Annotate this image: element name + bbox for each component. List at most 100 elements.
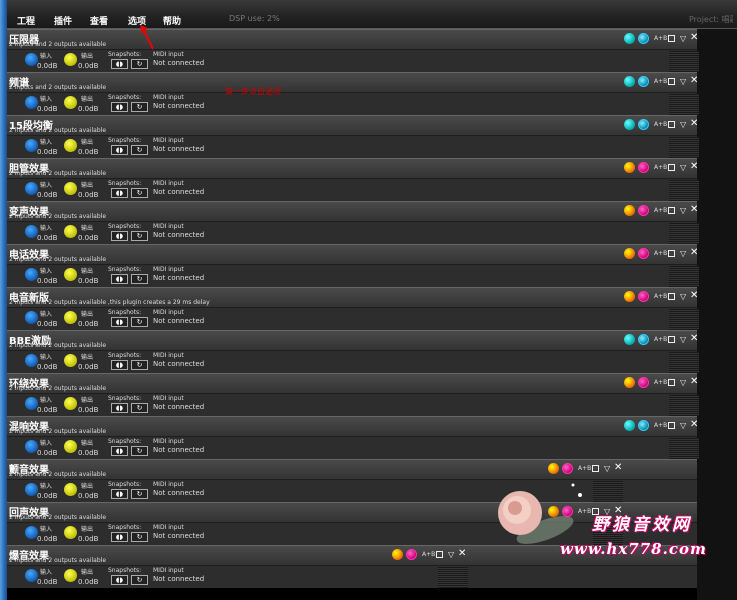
bypass-icon[interactable] xyxy=(624,291,635,302)
close-icon[interactable]: ✕ xyxy=(458,548,466,559)
ab-compare-button[interactable]: A+B xyxy=(578,465,591,472)
power-icon[interactable] xyxy=(406,549,417,560)
menu-view[interactable]: 查看 xyxy=(90,14,108,27)
collapse-icon[interactable]: ▽ xyxy=(604,464,610,473)
output-gain-knob[interactable] xyxy=(64,139,77,152)
snapshot-store-button[interactable]: ◖◗ xyxy=(111,575,128,585)
menu-project[interactable]: 工程 xyxy=(17,14,35,27)
snapshot-store-button[interactable]: ◖◗ xyxy=(111,403,128,413)
snapshot-recall-button[interactable]: ↻ xyxy=(131,575,148,585)
power-icon[interactable] xyxy=(638,248,649,259)
window-icon[interactable] xyxy=(668,78,675,85)
window-icon[interactable] xyxy=(668,379,675,386)
close-icon[interactable]: ✕ xyxy=(690,204,698,215)
collapse-icon[interactable]: ▽ xyxy=(448,550,454,559)
ab-compare-button[interactable]: A+B xyxy=(654,250,667,257)
close-icon[interactable]: ✕ xyxy=(690,75,698,86)
snapshot-recall-button[interactable]: ↻ xyxy=(131,403,148,413)
snapshot-store-button[interactable]: ◖◗ xyxy=(111,360,128,370)
collapse-icon[interactable]: ▽ xyxy=(680,34,686,43)
close-icon[interactable]: ✕ xyxy=(690,333,698,344)
snapshot-store-button[interactable]: ◖◗ xyxy=(111,188,128,198)
window-icon[interactable] xyxy=(668,422,675,429)
collapse-icon[interactable]: ▽ xyxy=(680,249,686,258)
ab-compare-button[interactable]: A+B xyxy=(654,293,667,300)
snapshot-recall-button[interactable]: ↻ xyxy=(131,145,148,155)
output-gain-knob[interactable] xyxy=(64,526,77,539)
ab-compare-button[interactable]: A+B xyxy=(654,207,667,214)
snapshot-recall-button[interactable]: ↻ xyxy=(131,446,148,456)
output-gain-knob[interactable] xyxy=(64,569,77,582)
snapshot-store-button[interactable]: ◖◗ xyxy=(111,231,128,241)
ab-compare-button[interactable]: A+B xyxy=(654,379,667,386)
snapshot-store-button[interactable]: ◖◗ xyxy=(111,317,128,327)
collapse-icon[interactable]: ▽ xyxy=(680,421,686,430)
plugin-header[interactable]: 电音新版 2 inputs and 2 outputs available ,th… xyxy=(7,287,698,307)
snapshot-store-button[interactable]: ◖◗ xyxy=(111,59,128,69)
window-icon[interactable] xyxy=(668,293,675,300)
power-icon[interactable] xyxy=(638,33,649,44)
snapshot-recall-button[interactable]: ↻ xyxy=(131,532,148,542)
window-icon[interactable] xyxy=(668,121,675,128)
collapse-icon[interactable]: ▽ xyxy=(680,120,686,129)
ab-compare-button[interactable]: A+B xyxy=(654,35,667,42)
plugin-header[interactable]: 变声效果 2 inputs and 2 outputs available A+B ▽… xyxy=(7,201,698,221)
window-icon[interactable] xyxy=(436,551,443,558)
bypass-icon[interactable] xyxy=(624,76,635,87)
power-icon[interactable] xyxy=(562,463,573,474)
output-gain-knob[interactable] xyxy=(64,53,77,66)
power-icon[interactable] xyxy=(638,377,649,388)
close-icon[interactable]: ✕ xyxy=(614,462,622,473)
collapse-icon[interactable]: ▽ xyxy=(680,292,686,301)
close-icon[interactable]: ✕ xyxy=(690,290,698,301)
close-icon[interactable]: ✕ xyxy=(690,118,698,129)
collapse-icon[interactable]: ▽ xyxy=(680,77,686,86)
plugin-header[interactable]: 频谱 2 inputs and 2 outputs available A+B ▽ ✕ xyxy=(7,72,698,92)
output-gain-knob[interactable] xyxy=(64,96,77,109)
power-icon[interactable] xyxy=(638,162,649,173)
power-icon[interactable] xyxy=(638,205,649,216)
bypass-icon[interactable] xyxy=(624,119,635,130)
snapshot-store-button[interactable]: ◖◗ xyxy=(111,446,128,456)
snapshot-recall-button[interactable]: ↻ xyxy=(131,274,148,284)
ab-compare-button[interactable]: A+B xyxy=(422,551,435,558)
ab-compare-button[interactable]: A+B xyxy=(654,164,667,171)
ab-compare-button[interactable]: A+B xyxy=(654,78,667,85)
snapshot-recall-button[interactable]: ↻ xyxy=(131,231,148,241)
snapshot-store-button[interactable]: ◖◗ xyxy=(111,145,128,155)
power-icon[interactable] xyxy=(638,76,649,87)
snapshot-store-button[interactable]: ◖◗ xyxy=(111,274,128,284)
snapshot-store-button[interactable]: ◖◗ xyxy=(111,102,128,112)
bypass-icon[interactable] xyxy=(624,377,635,388)
bypass-icon[interactable] xyxy=(624,33,635,44)
collapse-icon[interactable]: ▽ xyxy=(680,335,686,344)
close-icon[interactable]: ✕ xyxy=(690,419,698,430)
bypass-icon[interactable] xyxy=(624,248,635,259)
snapshot-recall-button[interactable]: ↻ xyxy=(131,188,148,198)
output-gain-knob[interactable] xyxy=(64,182,77,195)
output-gain-knob[interactable] xyxy=(64,483,77,496)
menu-help[interactable]: 帮助 xyxy=(163,14,181,27)
bypass-icon[interactable] xyxy=(624,420,635,431)
ab-compare-button[interactable]: A+B xyxy=(654,336,667,343)
snapshot-store-button[interactable]: ◖◗ xyxy=(111,489,128,499)
window-icon[interactable] xyxy=(592,465,599,472)
output-gain-knob[interactable] xyxy=(64,440,77,453)
plugin-header[interactable]: 电话效果 2 inputs and 2 outputs available A+B ▽… xyxy=(7,244,698,264)
collapse-icon[interactable]: ▽ xyxy=(680,206,686,215)
menu-plugins[interactable]: 插件 xyxy=(54,14,72,27)
collapse-icon[interactable]: ▽ xyxy=(680,163,686,172)
plugin-header[interactable]: 胆管效果 2 inputs and 2 outputs available A+B ▽… xyxy=(7,158,698,178)
bypass-icon[interactable] xyxy=(624,334,635,345)
plugin-header[interactable]: BBE激励 2 inputs and 2 outputs available A+B… xyxy=(7,330,698,350)
plugin-header[interactable]: 压限器 2 inputs and 2 outputs available A+B ▽ ✕ xyxy=(7,29,698,49)
snapshot-recall-button[interactable]: ↻ xyxy=(131,360,148,370)
close-icon[interactable]: ✕ xyxy=(690,376,698,387)
plugin-header[interactable]: 环绕效果 2 inputs and 2 outputs available A+B ▽… xyxy=(7,373,698,393)
bypass-icon[interactable] xyxy=(392,549,403,560)
plugin-header[interactable]: 15段均衡 2 inputs and 2 outputs available A+B… xyxy=(7,115,698,135)
bypass-icon[interactable] xyxy=(548,463,559,474)
collapse-icon[interactable]: ▽ xyxy=(680,378,686,387)
snapshot-recall-button[interactable]: ↻ xyxy=(131,317,148,327)
window-icon[interactable] xyxy=(668,207,675,214)
